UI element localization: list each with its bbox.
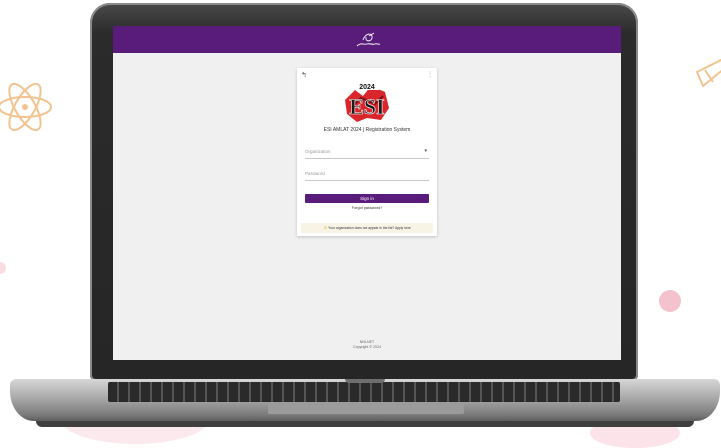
laptop-notch: [345, 379, 385, 383]
footer-copyright: Copyright © 2024: [352, 345, 382, 349]
warning-icon: ⚠: [323, 225, 328, 230]
app-title: ESI AMLAT 2024 | Registration System: [323, 127, 411, 133]
laptop-foot: [36, 421, 694, 427]
top-app-bar: [113, 26, 621, 53]
decorative-dot: [0, 262, 6, 274]
laptop-screen: ↰ ⋮ 2024 ESI ESI AMLAT 2024 | Registrati…: [113, 26, 621, 360]
signature-logo-icon: [356, 32, 381, 47]
test-tube-icon: [695, 58, 721, 88]
login-card: ↰ ⋮ 2024 ESI ESI AMLAT 2024 | Registrati…: [297, 68, 437, 236]
laptop-keyboard: [108, 382, 620, 402]
back-arrow-icon[interactable]: ↰: [301, 71, 307, 79]
password-placeholder: Password: [305, 171, 325, 176]
atom-icon: [0, 82, 52, 132]
chevron-down-icon: ▾: [424, 148, 427, 154]
apply-notice[interactable]: ⚠ Your organization does not appear in t…: [301, 223, 433, 233]
organization-placeholder: Organization: [305, 149, 331, 154]
sign-in-button[interactable]: Sign in: [305, 194, 429, 203]
event-logo-year: 2024: [359, 84, 375, 91]
decorative-dot: [659, 290, 681, 312]
event-logo-letters: ESI: [349, 94, 384, 119]
password-field[interactable]: Password: [305, 168, 429, 181]
page-footer: NNLNET Copyright © 2024: [113, 340, 621, 350]
organization-select[interactable]: Organization ▾: [305, 146, 429, 159]
forgot-password-link[interactable]: Forgot password?: [297, 206, 437, 210]
laptop-trackpad: [268, 402, 464, 414]
event-logo: 2024 ESI: [345, 82, 389, 122]
kebab-menu-icon[interactable]: ⋮: [427, 71, 433, 78]
apply-notice-text: Your organization does not appear in the…: [328, 226, 411, 230]
